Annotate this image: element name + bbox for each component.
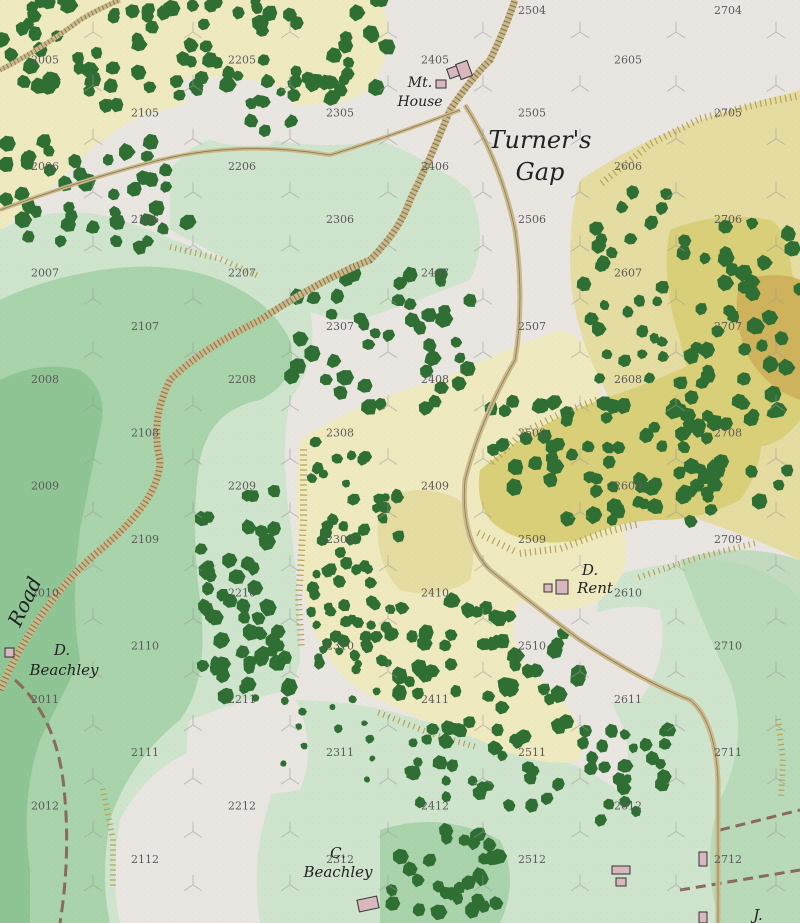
hex-number-2507: 2507 bbox=[518, 320, 546, 333]
turners-gap-label-line1: Turner's bbox=[489, 126, 592, 154]
hex-number-2110: 2110 bbox=[131, 640, 159, 653]
turners-gap-label-line2: Gap bbox=[516, 158, 565, 186]
slope-tick bbox=[779, 753, 786, 756]
hex-number-2310: 2310 bbox=[326, 640, 354, 653]
hex-number-2709: 2709 bbox=[714, 533, 742, 546]
hex-number-2211: 2211 bbox=[228, 693, 256, 706]
d-beachley-label-line2: Beachley bbox=[28, 661, 99, 679]
hex-number-2408: 2408 bbox=[421, 373, 449, 386]
d-beachley-building bbox=[4, 647, 15, 658]
hex-number-2609: 2609 bbox=[614, 480, 642, 493]
hex-number-2111: 2111 bbox=[131, 746, 159, 759]
hex-number-2008: 2008 bbox=[31, 373, 59, 386]
hex-number-2410: 2410 bbox=[421, 586, 449, 599]
hex-number-2106: 2106 bbox=[131, 213, 159, 226]
map-canvas[interactable]: 2504 2704 2005 2205 2405 2605 2105 2305 2505 2705… bbox=[0, 0, 800, 923]
hex-number-2510: 2510 bbox=[518, 640, 546, 653]
hex-number-2407: 2407 bbox=[421, 267, 449, 280]
hex-number-2706: 2706 bbox=[714, 213, 742, 226]
hex-number-2205: 2205 bbox=[228, 53, 256, 66]
hex-number-2412: 2412 bbox=[421, 800, 449, 813]
d-rent-label-line2: Rent bbox=[576, 579, 614, 597]
mt-house-label-line1: Mt. bbox=[407, 75, 432, 91]
c-beachley-label-line2: Beachley bbox=[302, 863, 373, 881]
hex-number-2105: 2105 bbox=[131, 107, 159, 120]
c-beachley-label-line1: C. bbox=[330, 844, 346, 862]
hex-number-2112: 2112 bbox=[131, 853, 159, 866]
hex-number-2009: 2009 bbox=[31, 480, 59, 493]
hex-map[interactable]: 2504 2704 2005 2205 2405 2605 2105 2305 2505 2705… bbox=[0, 0, 800, 923]
hex-number-2506: 2506 bbox=[518, 213, 546, 226]
hex-number-2508: 2508 bbox=[518, 426, 546, 439]
hex-number-2309: 2309 bbox=[326, 533, 354, 546]
hex-number-2610: 2610 bbox=[614, 586, 642, 599]
d-beachley-label-line1: D. bbox=[53, 641, 70, 659]
hex-number-2006: 2006 bbox=[31, 160, 59, 173]
hex-number-2107: 2107 bbox=[131, 320, 159, 333]
hex-number-2711: 2711 bbox=[714, 746, 742, 759]
tree bbox=[0, 156, 14, 173]
hex-number-2405: 2405 bbox=[421, 53, 449, 66]
hex-number-2311: 2311 bbox=[326, 746, 354, 759]
hex-number-2409: 2409 bbox=[421, 480, 449, 493]
hex-number-2707: 2707 bbox=[714, 320, 742, 333]
hex-number-2209: 2209 bbox=[228, 480, 256, 493]
hex-number-2207: 2207 bbox=[228, 267, 256, 280]
hex-number-2305: 2305 bbox=[326, 107, 354, 120]
d-rent-label-line1: D. bbox=[581, 561, 598, 579]
hex-number-2504: 2504 bbox=[518, 4, 546, 17]
hex-number-2606: 2606 bbox=[614, 160, 642, 173]
slope-tick bbox=[778, 748, 785, 751]
hex-number-2206: 2206 bbox=[228, 160, 256, 173]
hex-number-2307: 2307 bbox=[326, 320, 354, 333]
slope-tick bbox=[776, 728, 783, 731]
slope-tick bbox=[776, 733, 783, 736]
hex-number-2708: 2708 bbox=[714, 426, 742, 439]
hex-number-2212: 2212 bbox=[228, 800, 256, 813]
hex-number-2608: 2608 bbox=[614, 373, 642, 386]
hex-number-2605: 2605 bbox=[614, 53, 642, 66]
hex-number-2704: 2704 bbox=[714, 4, 742, 17]
hex-number-2306: 2306 bbox=[326, 213, 354, 226]
mt-house-label-line2: House bbox=[396, 94, 442, 110]
hex-number-2411: 2411 bbox=[421, 693, 449, 706]
hex-number-2710: 2710 bbox=[714, 640, 742, 653]
slope-tick bbox=[778, 743, 785, 746]
hex-number-2308: 2308 bbox=[326, 426, 354, 439]
hex-number-2011: 2011 bbox=[31, 693, 59, 706]
hex-number-2109: 2109 bbox=[131, 533, 159, 546]
hex-number-2511: 2511 bbox=[518, 746, 546, 759]
hex-number-2705: 2705 bbox=[714, 107, 742, 120]
hex-number-2406: 2406 bbox=[421, 160, 449, 173]
hex-number-2505: 2505 bbox=[518, 107, 546, 120]
hex-number-2007: 2007 bbox=[31, 267, 59, 280]
hex-number-2509: 2509 bbox=[518, 533, 546, 546]
hex-number-2208: 2208 bbox=[228, 373, 256, 386]
hex-number-2612: 2612 bbox=[614, 800, 642, 813]
hex-number-2611: 2611 bbox=[614, 693, 642, 706]
hex-number-2607: 2607 bbox=[614, 267, 642, 280]
hex-number-2512: 2512 bbox=[518, 853, 546, 866]
hex-number-2005: 2005 bbox=[31, 53, 59, 66]
slope-tick bbox=[777, 738, 784, 741]
hex-number-2712: 2712 bbox=[714, 853, 742, 866]
hex-number-2108: 2108 bbox=[131, 426, 159, 439]
hex-number-2210: 2210 bbox=[228, 586, 256, 599]
hex-number-2012: 2012 bbox=[31, 800, 59, 813]
